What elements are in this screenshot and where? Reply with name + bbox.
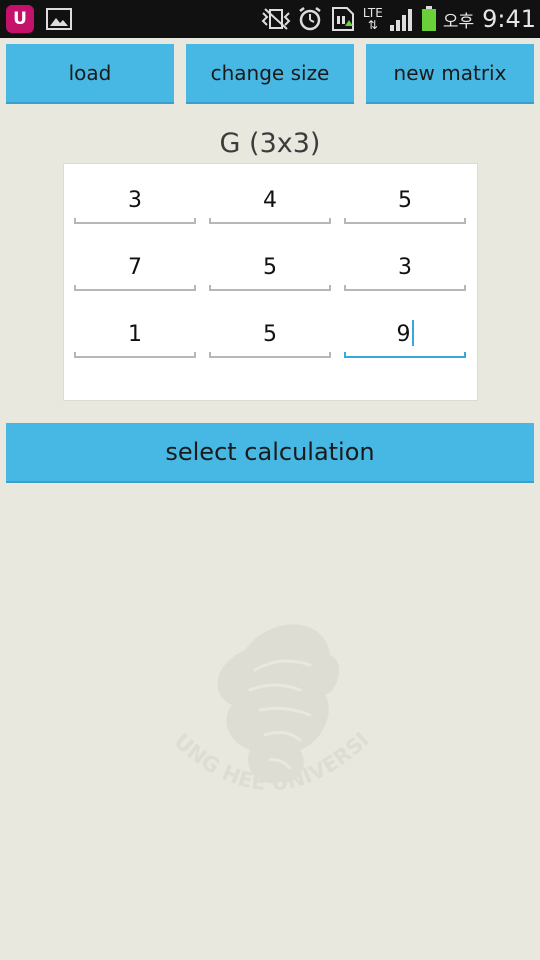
- lte-icon: LTE ⇅: [362, 6, 383, 32]
- matrix-cell-2-1[interactable]: 5: [209, 316, 331, 358]
- gallery-icon: [46, 8, 72, 30]
- matrix-title: G (3x3): [219, 128, 321, 159]
- status-bar: U LTE ⇅ 오후 9:41: [0, 0, 540, 38]
- matrix-panel: 3 4 5 7 5 3 1 5 9: [63, 163, 478, 401]
- select-calculation-button[interactable]: select calculation: [6, 423, 534, 481]
- matrix-cell-1-2[interactable]: 3: [344, 249, 466, 291]
- battery-icon: [421, 6, 436, 31]
- kyung-hee-lion-watermark: KYUNG HEE UNIVERSITY: [150, 610, 374, 795]
- alarm-icon: [299, 7, 321, 31]
- matrix-cell-2-2-value: 9: [396, 322, 411, 347]
- clock-time: 9:41: [482, 5, 536, 33]
- uplus-icon: U: [6, 5, 34, 33]
- vibrate-icon: [261, 8, 291, 30]
- change-size-button[interactable]: change size: [186, 44, 354, 102]
- matrix-cell-0-0[interactable]: 3: [74, 182, 196, 224]
- matrix-cell-2-0[interactable]: 1: [74, 316, 196, 358]
- new-matrix-button[interactable]: new matrix: [366, 44, 534, 102]
- signal-icon: [389, 9, 412, 31]
- text-caret: [411, 320, 414, 346]
- sdcard-icon: [331, 7, 354, 31]
- matrix-cell-1-0[interactable]: 7: [74, 249, 196, 291]
- matrix-cell-1-1[interactable]: 5: [209, 249, 331, 291]
- clock-prefix: 오후: [442, 11, 475, 32]
- load-button[interactable]: load: [6, 44, 174, 102]
- matrix-cell-0-1[interactable]: 4: [209, 182, 331, 224]
- matrix-cell-2-2[interactable]: 9: [344, 316, 466, 358]
- matrix-cell-0-2[interactable]: 5: [344, 182, 466, 224]
